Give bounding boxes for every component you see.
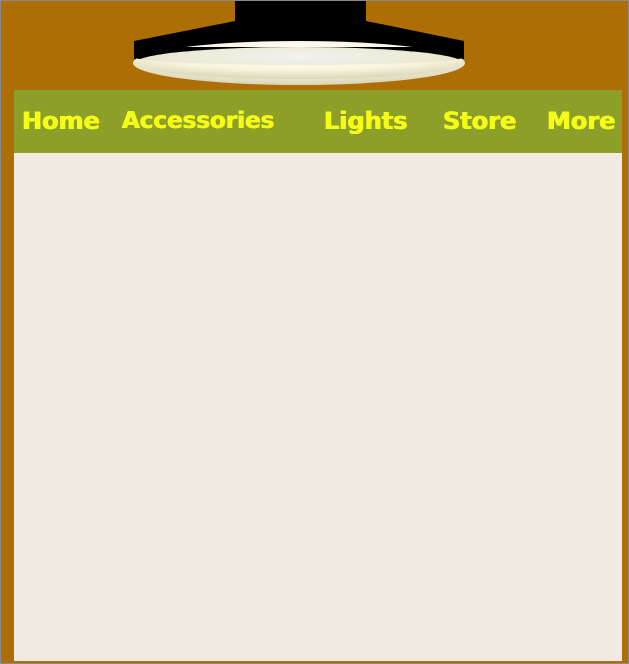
nav-link-lights[interactable]: Lights xyxy=(324,90,408,153)
nav-link-store[interactable]: Store xyxy=(443,90,516,153)
lamp-stem xyxy=(235,1,366,23)
page-frame: Home Accessories Lights Store More xyxy=(0,0,629,664)
main-nav-bar: Home Accessories Lights Store More xyxy=(14,90,622,153)
nav-link-home[interactable]: Home xyxy=(22,90,100,153)
ceiling-lamp-graphic xyxy=(133,1,465,85)
nav-link-accessories[interactable]: Accessories xyxy=(122,90,274,153)
nav-link-more[interactable]: More xyxy=(547,90,615,153)
content-panel xyxy=(14,153,622,661)
